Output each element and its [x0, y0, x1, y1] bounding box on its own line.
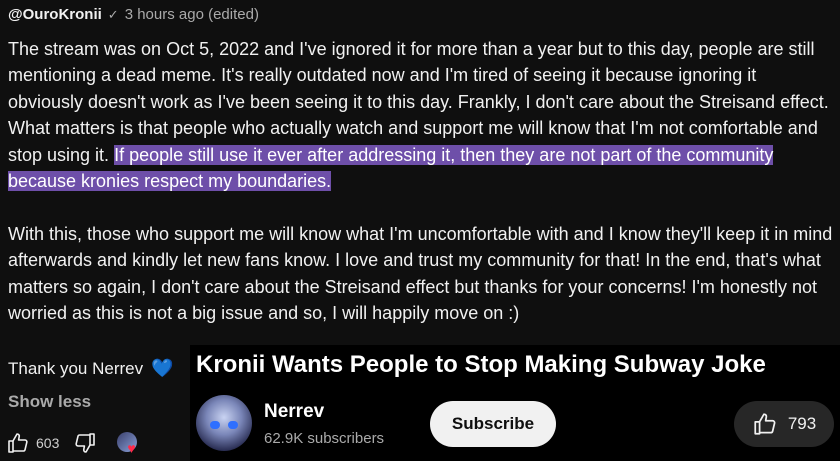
red-heart-icon: ♥: [127, 440, 136, 456]
like-button[interactable]: 603: [6, 431, 59, 455]
avatar-eyes: [210, 421, 238, 429]
like-count: 603: [36, 435, 60, 451]
checkmark-icon: ✓: [107, 6, 119, 22]
comment-timestamp[interactable]: 3 hours ago (edited): [125, 6, 259, 23]
comment-action-bar: 603 ♥: [6, 430, 143, 456]
creator-heart-badge: ♥: [117, 430, 143, 456]
video-like-button[interactable]: 793: [734, 401, 834, 447]
dislike-button[interactable]: [73, 431, 97, 455]
comment-header: @OuroKronii ✓ 3 hours ago (edited): [8, 6, 259, 23]
highlighted-text: If people still use it ever after addres…: [8, 144, 774, 192]
thumbs-down-icon: [73, 431, 97, 455]
show-less-button[interactable]: Show less: [8, 392, 91, 412]
subscriber-count: 62.9K subscribers: [264, 430, 385, 447]
thumbs-up-icon: [6, 431, 30, 455]
channel-name[interactable]: Nerrev: [264, 401, 324, 423]
channel-avatar[interactable]: [196, 395, 252, 451]
comment-body: The stream was on Oct 5, 2022 and I've i…: [8, 36, 836, 326]
video-overlay: Kronii Wants People to Stop Making Subwa…: [190, 345, 840, 461]
comment-thanks-line: Thank you Nerrev 💙: [8, 358, 174, 379]
blue-heart-emoji: 💙: [151, 358, 174, 378]
video-like-count: 793: [787, 414, 817, 433]
comment-author-handle[interactable]: @OuroKronii: [8, 6, 102, 23]
thumbs-up-icon: [752, 411, 778, 437]
comment-paragraph-2: With this, those who support me will kno…: [8, 223, 833, 324]
comment-paragraph-1: The stream was on Oct 5, 2022 and I've i…: [8, 36, 836, 194]
video-title[interactable]: Kronii Wants People to Stop Making Subwa…: [196, 351, 766, 379]
thanks-text: Thank you Nerrev: [8, 358, 144, 378]
subscribe-button[interactable]: Subscribe: [430, 401, 556, 447]
